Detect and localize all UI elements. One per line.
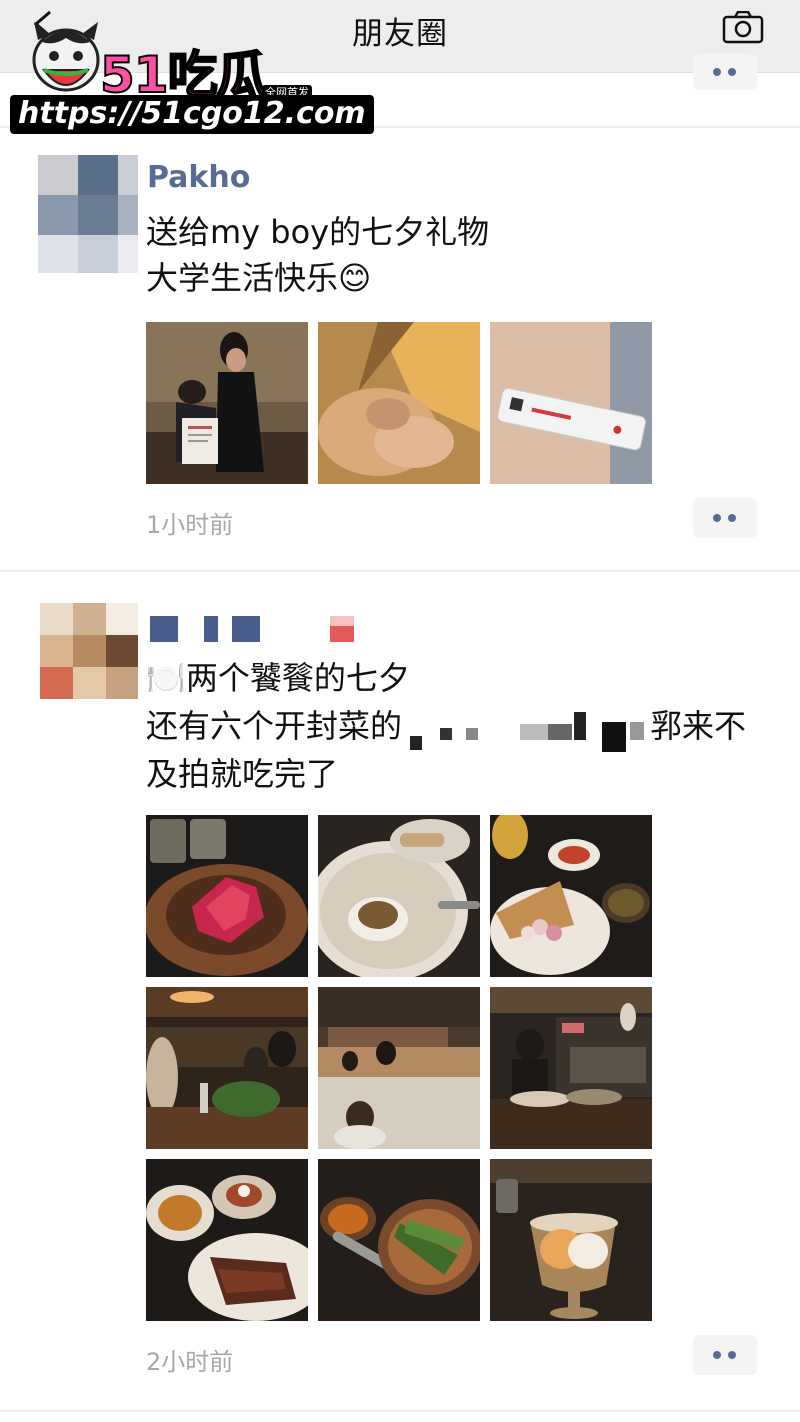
- post-photo-plated-dish[interactable]: [318, 815, 480, 977]
- post-text-line: 及拍就吃完了: [146, 755, 339, 793]
- post-photo-dessert-cup[interactable]: [490, 1159, 652, 1321]
- previous-post-more-button[interactable]: [693, 54, 757, 90]
- post-timestamp: 2小时前: [146, 1348, 234, 1376]
- post-more-button[interactable]: [693, 498, 757, 538]
- post-photo-flatbread-plate[interactable]: [490, 815, 652, 977]
- watermark-brand: 51吃瓜: [99, 46, 268, 104]
- post-divider: [0, 570, 800, 572]
- avatar[interactable]: [40, 603, 138, 699]
- watermark-logo: 51吃瓜 全网首发 https://51cgo12.com: [0, 20, 374, 135]
- watermark-url: https://51cgo12.com: [10, 95, 374, 134]
- post-photo-restaurant-interior[interactable]: [146, 987, 308, 1149]
- post-text-line: 🍽️两个饕餮的七夕: [146, 659, 410, 697]
- post-more-button[interactable]: [693, 1335, 757, 1375]
- watermelon-mascot-icon: [28, 20, 104, 100]
- post-photo-couple[interactable]: [146, 322, 308, 484]
- post-photo-open-kitchen[interactable]: [490, 987, 652, 1149]
- post-photo-dining-room[interactable]: [318, 987, 480, 1149]
- post-photo-meat-plate[interactable]: [146, 815, 308, 977]
- post-photo-dinner-table[interactable]: [146, 1159, 308, 1321]
- username[interactable]: Pakho: [147, 160, 250, 195]
- avatar[interactable]: [38, 155, 138, 273]
- post-divider: [0, 1410, 800, 1412]
- post-photo-test-strip[interactable]: [490, 322, 652, 484]
- post-photo-shared-dishes[interactable]: [318, 1159, 480, 1321]
- post-text-line: 大学生活快乐😊: [146, 259, 372, 297]
- post-text-line: 送给my boy的七夕礼物: [146, 213, 490, 251]
- post-text-line: 郛来不: [650, 707, 747, 745]
- post-text-line: 还有六个开封菜的: [146, 707, 403, 745]
- post-timestamp: 1小时前: [146, 511, 234, 539]
- post-photo-hands[interactable]: [318, 322, 480, 484]
- camera-icon[interactable]: [722, 10, 764, 44]
